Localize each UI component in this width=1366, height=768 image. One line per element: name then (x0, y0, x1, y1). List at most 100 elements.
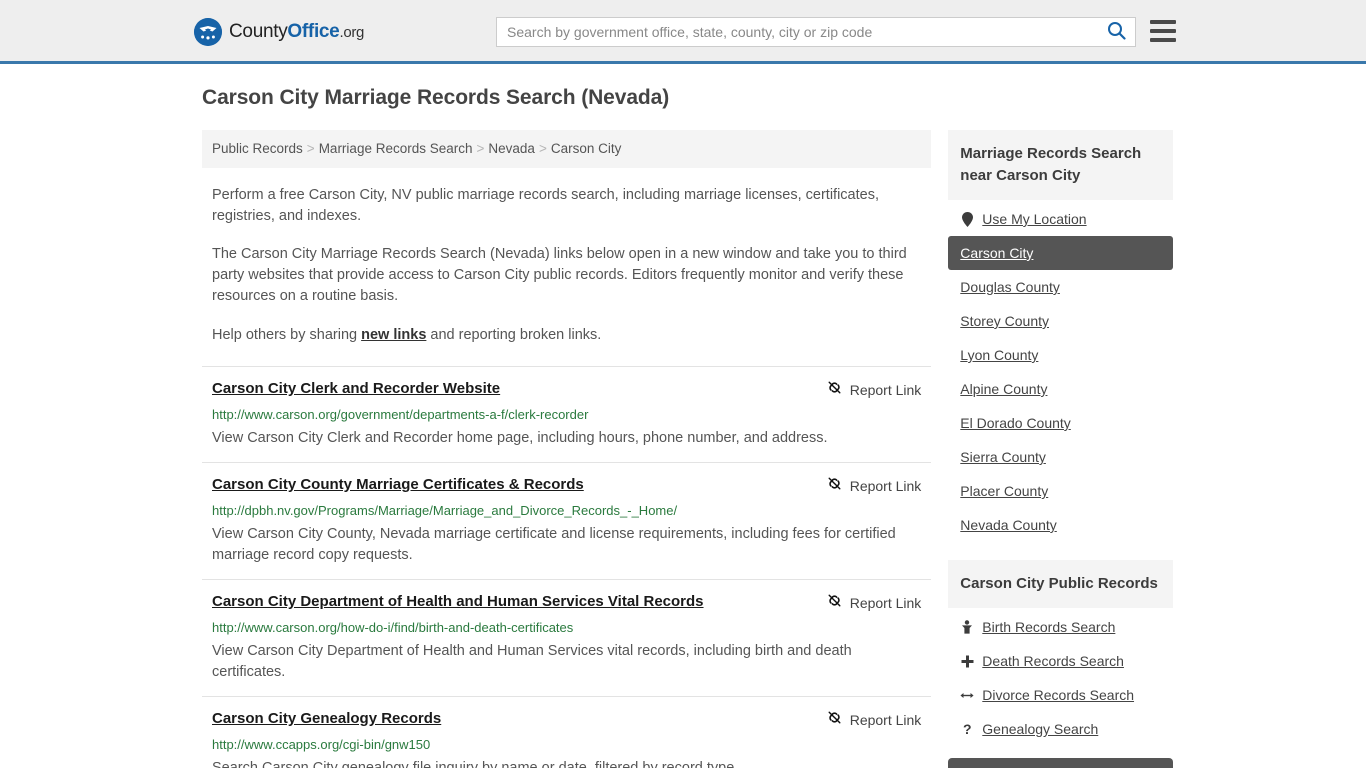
result-url[interactable]: http://www.ccapps.org/cgi-bin/gnw150 (212, 736, 931, 754)
report-link-button[interactable]: Report Link (826, 475, 932, 497)
baby-icon (960, 620, 974, 634)
two-column-layout: Public Records > Marriage Records Search > N… (193, 130, 1173, 768)
sidebar-item-sierra-county[interactable]: Sierra County (948, 440, 1173, 474)
main-column: Public Records > Marriage Records Search > N… (202, 130, 932, 768)
two-way-arrow-icon (960, 690, 974, 701)
result-title-link[interactable]: Carson City Genealogy Records (212, 709, 461, 729)
result-description: View Carson City Department of Health an… (212, 643, 852, 680)
cross-icon (960, 655, 974, 668)
result-url[interactable]: http://www.carson.org/how-do-i/find/birt… (212, 619, 931, 637)
report-link-button[interactable]: Report Link (826, 379, 932, 401)
page-title: Carson City Marriage Records Search (Nev… (202, 86, 670, 109)
sidebar-item-nevada-county[interactable]: Nevada County (948, 508, 1173, 542)
sidebar-item-el-dorado-county[interactable]: El Dorado County (948, 406, 1173, 440)
result-header: Carson City County Marriage Certificates… (212, 475, 931, 497)
result-url[interactable]: http://dpbh.nv.gov/Programs/Marriage/Mar… (212, 502, 931, 520)
breadcrumb-item-marriage-records-search[interactable]: Marriage Records Search (319, 141, 473, 156)
result-url[interactable]: http://www.carson.org/government/departm… (212, 406, 931, 424)
sidebar-item-douglas-county[interactable]: Douglas County (948, 270, 1173, 304)
breadcrumb-separator: > (306, 141, 315, 156)
hamburger-menu-icon[interactable] (1150, 20, 1176, 42)
question-mark-icon: ? (963, 721, 972, 737)
sidebar-item-label: Carson City (960, 245, 1034, 261)
sidebar-next-section-bar[interactable] (948, 758, 1173, 768)
result-description: Search Carson City genealogy file inquir… (212, 760, 739, 768)
sidebar-public-records-list: Birth Records Search Death Records Searc… (948, 610, 1173, 746)
sidebar-item-label: Death Records Search (982, 653, 1124, 669)
result-item: Carson City Department of Health and Hum… (202, 579, 932, 696)
sidebar-item-storey-county[interactable]: Storey County (948, 304, 1173, 338)
breadcrumb-item-carson-city[interactable]: Carson City (551, 141, 622, 156)
result-description: View Carson City County, Nevada marriage… (212, 526, 896, 563)
search-bar[interactable] (496, 17, 1136, 47)
breadcrumb-item-public-records[interactable]: Public Records (212, 141, 303, 156)
sidebar-nearby-list: Use My Location Carson City Douglas Coun… (948, 202, 1173, 542)
hamburger-bar (1150, 29, 1176, 33)
result-title-link[interactable]: Carson City Department of Health and Hum… (212, 592, 724, 612)
report-link-label: Report Link (849, 595, 922, 611)
result-header: Carson City Clerk and Recorder Website R… (212, 379, 931, 401)
report-link-button[interactable]: Report Link (826, 709, 932, 731)
breadcrumb-separator: > (476, 141, 485, 156)
intro-text: Perform a free Carson City, NV public ma… (202, 185, 931, 346)
sidebar-item-death-records-search[interactable]: Death Records Search (948, 644, 1173, 678)
search-button[interactable] (1097, 18, 1135, 46)
sidebar-nearby-heading: Marriage Records Search near Carson City (948, 130, 1173, 200)
search-input[interactable] (497, 18, 1097, 46)
broken-link-icon (826, 379, 843, 401)
content-container: Carson City Marriage Records Search (Nev… (193, 64, 1173, 768)
site-header: CountyOffice.org (0, 0, 1366, 64)
logo-text-county: County (229, 21, 288, 42)
sidebar-item-carson-city[interactable]: Carson City (948, 236, 1173, 270)
sidebar-item-birth-records-search[interactable]: Birth Records Search (948, 610, 1173, 644)
sidebar-item-label: Lyon County (960, 347, 1039, 363)
broken-link-icon (826, 475, 843, 497)
site-logo[interactable]: CountyOffice.org (194, 18, 364, 46)
sidebar-item-alpine-county[interactable]: Alpine County (948, 372, 1173, 406)
broken-link-icon (826, 592, 843, 614)
result-title-link[interactable]: Carson City Clerk and Recorder Website (212, 379, 520, 399)
result-header: Carson City Genealogy Records Report Lin… (212, 709, 931, 731)
hamburger-bar (1150, 38, 1176, 42)
result-title-link[interactable]: Carson City County Marriage Certificates… (212, 475, 604, 495)
report-link-button[interactable]: Report Link (826, 592, 932, 614)
sidebar-item-lyon-county[interactable]: Lyon County (948, 338, 1173, 372)
intro-paragraph-2: The Carson City Marriage Records Search … (212, 246, 907, 304)
report-link-label: Report Link (849, 382, 922, 398)
logo-text-org: .org (339, 24, 365, 41)
result-item: Carson City County Marriage Certificates… (202, 462, 932, 579)
sidebar-item-use-my-location[interactable]: Use My Location (948, 202, 1173, 236)
result-item: Carson City Genealogy Records Report Lin… (202, 696, 932, 768)
sidebar-item-placer-county[interactable]: Placer County (948, 474, 1173, 508)
sidebar-item-divorce-records-search[interactable]: Divorce Records Search (948, 678, 1173, 712)
result-item: Carson City Clerk and Recorder Website R… (202, 366, 932, 462)
report-link-label: Report Link (849, 478, 922, 494)
result-description: View Carson City Clerk and Recorder home… (212, 430, 828, 446)
sidebar-item-label: El Dorado County (960, 415, 1071, 431)
location-pin-icon (960, 211, 974, 227)
sidebar-item-label: Alpine County (960, 381, 1048, 397)
sidebar-public-records-heading: Carson City Public Records (948, 560, 1173, 608)
breadcrumb: Public Records > Marriage Records Search > N… (202, 130, 932, 168)
logo-text-office: Office (287, 21, 340, 42)
intro-paragraph-3: Help others by sharing new links and rep… (212, 325, 924, 346)
search-icon (1107, 21, 1126, 43)
breadcrumb-item-nevada[interactable]: Nevada (488, 141, 535, 156)
logo-text: CountyOffice.org (229, 21, 364, 43)
results-list: Carson City Clerk and Recorder Website R… (202, 366, 932, 768)
new-links-link[interactable]: new links (361, 327, 426, 343)
sidebar-item-label: Use My Location (982, 211, 1087, 227)
page-body: Carson City Marriage Records Search (Nev… (0, 64, 1366, 768)
sidebar: Marriage Records Search near Carson City… (948, 130, 1173, 768)
intro-paragraph-1: Perform a free Carson City, NV public ma… (212, 187, 879, 224)
eagle-seal-icon (194, 18, 222, 46)
broken-link-icon (826, 709, 843, 731)
sidebar-item-genealogy-search[interactable]: ? Genealogy Search (948, 712, 1173, 746)
sidebar-item-label: Birth Records Search (982, 619, 1116, 635)
hamburger-bar (1150, 20, 1176, 24)
intro-p3-after: and reporting broken links. (426, 327, 602, 343)
breadcrumb-separator: > (538, 141, 547, 156)
sidebar-item-label: Placer County (960, 483, 1049, 499)
sidebar-item-label: Genealogy Search (982, 721, 1099, 737)
sidebar-item-label: Storey County (960, 313, 1050, 329)
